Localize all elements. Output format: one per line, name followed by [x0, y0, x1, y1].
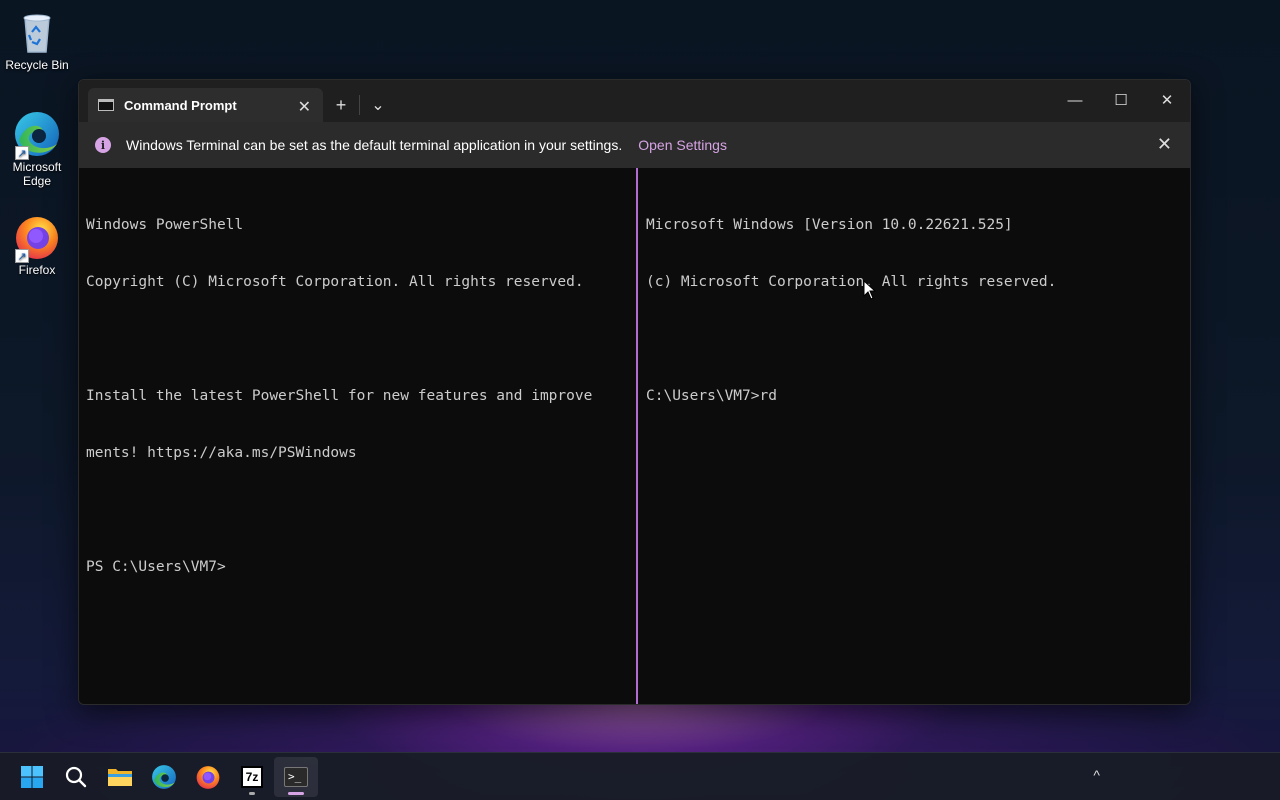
desktop-icon-edge[interactable]: ↗ Microsoft Edge	[0, 110, 74, 188]
terminal-icon: >_	[284, 766, 308, 787]
tab-close-icon[interactable]: ✕	[298, 97, 311, 117]
firefox-icon: ↗	[13, 213, 61, 263]
taskbar-search-button[interactable]	[54, 757, 98, 797]
firefox-icon	[196, 765, 220, 789]
start-button[interactable]	[10, 757, 54, 797]
terminal-prompt: PS C:\Users\VM7>	[86, 559, 226, 575]
terminal-line: (c) Microsoft Corporation. All rights re…	[646, 274, 1057, 290]
taskbar-file-explorer[interactable]	[98, 757, 142, 797]
terminal-window: Command Prompt ✕ + ⌄ — ☐ ✕ i Windows Ter…	[78, 79, 1191, 705]
recycle-bin-icon	[13, 8, 61, 56]
title-bar[interactable]: Command Prompt ✕ + ⌄ — ☐ ✕	[79, 80, 1190, 122]
tab-command-prompt[interactable]: Command Prompt ✕	[88, 88, 323, 122]
minimize-button[interactable]: —	[1052, 80, 1098, 120]
terminal-line: Microsoft Windows [Version 10.0.22621.52…	[646, 217, 1013, 233]
info-message: Windows Terminal can be set as the defau…	[126, 137, 623, 153]
shortcut-arrow-icon: ↗	[15, 249, 29, 263]
7zip-icon: 7z	[241, 765, 263, 788]
open-settings-link[interactable]: Open Settings	[638, 137, 727, 153]
terminal-line: ments! https://aka.ms/PSWindows	[86, 445, 357, 461]
edge-icon	[152, 764, 176, 789]
running-indicator	[249, 791, 255, 795]
info-icon: i	[95, 137, 111, 153]
taskbar-terminal[interactable]: >_	[274, 756, 318, 797]
taskbar: 7z >_ ^	[0, 752, 1280, 800]
desktop-icon-firefox[interactable]: ↗ Firefox	[0, 213, 74, 277]
edge-icon: ↗	[13, 110, 61, 160]
info-close-icon[interactable]: ✕	[1157, 134, 1172, 155]
cmd-icon	[98, 99, 114, 111]
terminal-icon-label: >_	[288, 769, 302, 783]
file-explorer-icon	[108, 768, 132, 786]
window-controls: — ☐ ✕	[1052, 80, 1190, 120]
cmd-pane[interactable]: Microsoft Windows [Version 10.0.22621.52…	[638, 168, 1190, 704]
search-icon	[65, 766, 87, 787]
terminal-line: Windows PowerShell	[86, 217, 244, 233]
terminal-panes: Windows PowerShell Copyright (C) Microso…	[79, 168, 1190, 704]
desktop-icon-recycle-bin[interactable]: Recycle Bin	[0, 8, 74, 72]
mouse-pointer-icon	[863, 279, 877, 300]
taskbar-firefox[interactable]	[186, 757, 230, 797]
recycle-bin-label: Recycle Bin	[5, 58, 69, 72]
7zip-label: 7z	[245, 769, 259, 784]
taskbar-edge[interactable]	[142, 757, 186, 797]
terminal-line: Install the latest PowerShell for new fe…	[86, 388, 593, 404]
start-icon	[21, 765, 43, 788]
close-button[interactable]: ✕	[1144, 80, 1190, 120]
show-hidden-icons-chevron-icon[interactable]: ^	[1093, 767, 1100, 783]
terminal-prompt: C:\Users\VM7>rd	[646, 388, 777, 404]
edge-label: Microsoft Edge	[12, 160, 62, 188]
firefox-label: Firefox	[18, 263, 56, 277]
terminal-line: Copyright (C) Microsoft Corporation. All…	[86, 274, 584, 290]
active-indicator	[288, 791, 304, 795]
tab-title: Command Prompt	[124, 97, 237, 113]
shortcut-arrow-icon: ↗	[15, 146, 29, 160]
maximize-button[interactable]: ☐	[1098, 80, 1144, 120]
powershell-pane[interactable]: Windows PowerShell Copyright (C) Microso…	[79, 168, 636, 704]
new-tab-button[interactable]: +	[323, 88, 359, 122]
info-bar: i Windows Terminal can be set as the def…	[79, 122, 1190, 168]
taskbar-7zip[interactable]: 7z	[230, 757, 274, 797]
tab-dropdown-button[interactable]: ⌄	[360, 88, 396, 122]
